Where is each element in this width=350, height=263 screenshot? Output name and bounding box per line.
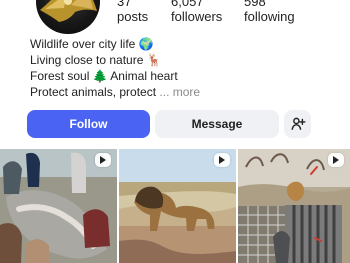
followers-count: 6,057 [171, 0, 204, 9]
add-user-button[interactable] [284, 110, 311, 138]
follow-button[interactable]: Follow [27, 110, 150, 138]
bio-line-1: Wildlife over city life 🌍 [30, 37, 154, 51]
bio-line-4-text: Protect animals, protect [30, 85, 157, 99]
bio-line-3: Forest soul 🌲 Animal heart [30, 69, 178, 83]
avatar[interactable] [36, 0, 100, 34]
followers-stat[interactable]: 6,057 followers [171, 0, 222, 25]
profile-bio: Wildlife over city life 🌍 Living close t… [30, 36, 320, 100]
video-icon [333, 156, 339, 164]
profile-header: 37 posts 6,057 followers 598 following [0, 0, 350, 36]
post-thumbnail-2[interactable] [119, 149, 236, 263]
video-icon [219, 156, 225, 164]
post-thumbnail-3[interactable] [238, 149, 350, 263]
add-user-icon [291, 117, 306, 130]
video-icon [100, 156, 106, 164]
message-button[interactable]: Message [155, 110, 279, 138]
posts-label: posts [117, 9, 149, 24]
following-label: following [244, 9, 295, 24]
bio-line-4: Protect animals, protect ... more [30, 84, 320, 100]
post-thumbnail-1[interactable] [0, 149, 117, 263]
profile-actions: Follow Message [0, 110, 350, 140]
posts-grid [0, 149, 350, 263]
bird-icon [40, 0, 97, 22]
more-link[interactable]: ... more [159, 85, 200, 99]
video-badge [214, 153, 230, 167]
following-count: 598 [244, 0, 266, 9]
video-badge [328, 153, 344, 167]
followers-label: followers [171, 9, 223, 24]
posts-count: 37 [117, 0, 132, 9]
posts-stat[interactable]: 37 posts [117, 0, 148, 25]
bio-line-2: Living close to nature 🦌 [30, 53, 162, 67]
following-stat[interactable]: 598 following [244, 0, 295, 25]
video-badge [95, 153, 111, 167]
